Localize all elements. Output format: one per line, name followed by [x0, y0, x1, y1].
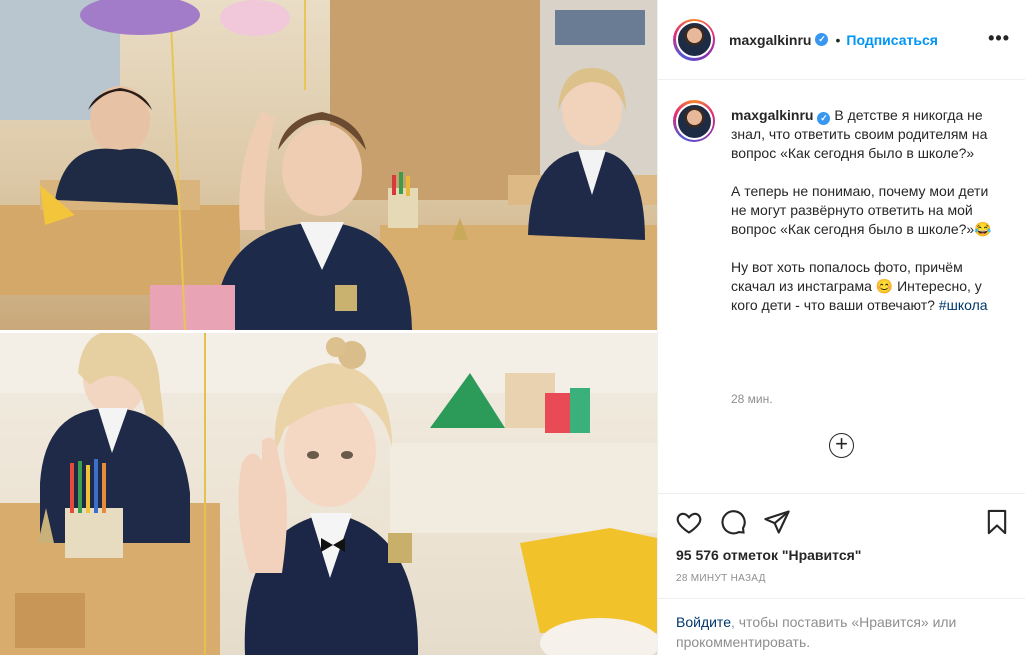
post-date[interactable]: 28 МИНУТ НАЗАД [676, 573, 766, 584]
caption-paragraph-2: А теперь не понимаю, почему мои дети не … [731, 183, 992, 237]
caption-body: maxgalkinru ✓ В детстве я никогда не знал… [731, 106, 1003, 334]
post-photo[interactable] [0, 0, 657, 655]
verified-badge-icon: ✓ [815, 33, 829, 46]
header-separator: • [835, 31, 841, 48]
caption-avatar[interactable] [675, 102, 713, 140]
photo-top-panel [0, 0, 657, 330]
load-more-comments-icon[interactable]: + [829, 433, 854, 458]
caption-avatar-ring[interactable] [673, 100, 715, 142]
caption-timestamp[interactable]: 28 мин. [731, 392, 773, 406]
bookmark-icon[interactable] [983, 508, 1013, 538]
heart-icon[interactable] [675, 508, 705, 538]
hashtag-link[interactable]: #школа [939, 297, 988, 313]
likes-count[interactable]: 95 576 отметок "Нравится" [676, 547, 861, 563]
caption-verified-badge-icon: ✓ [817, 112, 831, 125]
author-username[interactable]: maxgalkinru [729, 32, 811, 48]
caption-username[interactable]: maxgalkinru [731, 107, 813, 123]
post-actions [658, 493, 1025, 553]
photo-bottom-panel [0, 333, 657, 655]
caption-paragraph-1: maxgalkinru ✓ В детстве я никогда не знал… [731, 106, 1003, 163]
comment-icon[interactable] [719, 508, 749, 538]
caption-paragraph-3: Ну вот хоть попалось фото, причём скачал… [731, 258, 1003, 315]
more-options-icon[interactable]: ••• [988, 28, 1010, 49]
share-icon[interactable] [763, 508, 793, 538]
follow-button[interactable]: Подписаться [846, 32, 938, 48]
author-avatar[interactable] [675, 21, 713, 58]
post-header: maxgalkinru ✓ • Подписаться ••• [658, 0, 1025, 80]
author-avatar-ring[interactable] [673, 18, 715, 61]
login-link[interactable]: Войдите [676, 614, 731, 630]
login-prompt: Войдите, чтобы поставить «Нравится» или … [658, 598, 1025, 655]
post-sidebar: maxgalkinru ✓ • Подписаться ••• maxgalki… [657, 0, 1025, 655]
